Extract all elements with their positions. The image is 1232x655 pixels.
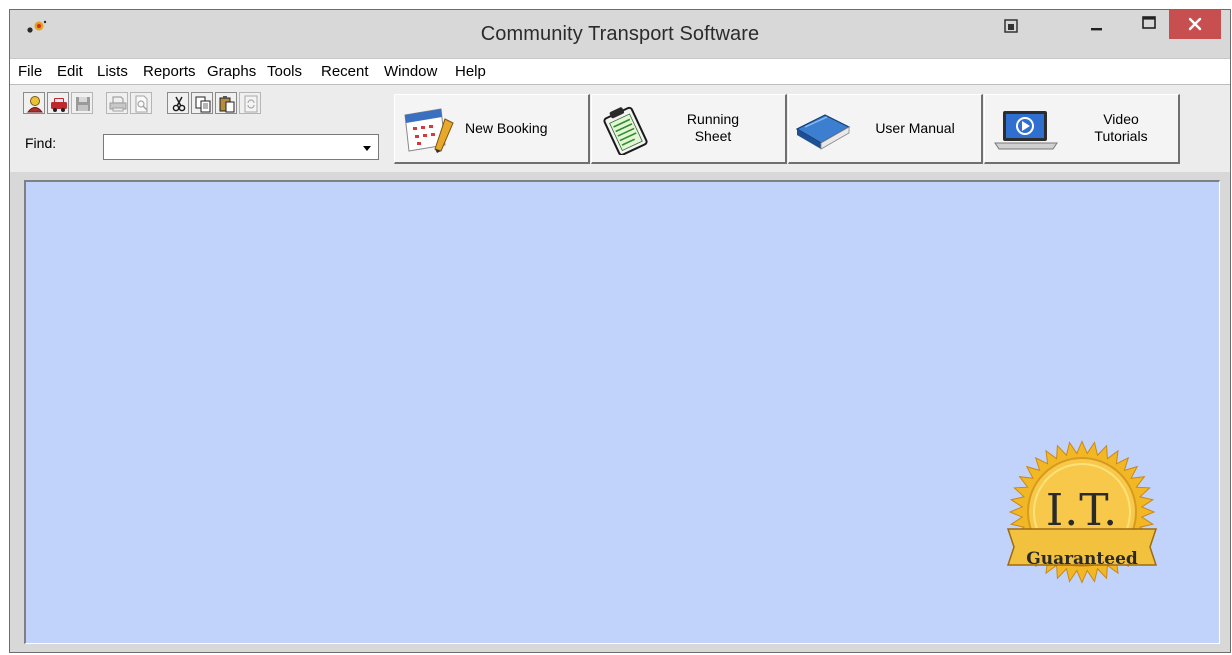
maximize-button[interactable] — [1132, 10, 1166, 39]
close-icon — [1188, 17, 1202, 31]
menu-graphs[interactable]: Graphs — [207, 63, 256, 80]
menu-reports[interactable]: Reports — [143, 63, 196, 80]
running-sheet-label: Running Sheet — [658, 111, 768, 145]
menu-file[interactable]: File — [18, 63, 42, 80]
save-button[interactable] — [71, 92, 93, 114]
new-booking-label: New Booking — [465, 120, 548, 136]
calendar-icon — [404, 108, 454, 153]
menu-help[interactable]: Help — [455, 63, 486, 80]
print-icon — [109, 96, 127, 112]
mdi-client-area[interactable]: I.T. Guaranteed — [24, 180, 1220, 644]
close-button[interactable] — [1169, 10, 1221, 39]
refresh-button[interactable] — [239, 92, 261, 114]
client-icon — [26, 96, 44, 113]
find-input[interactable] — [105, 136, 361, 158]
clipboard-icon — [603, 106, 648, 155]
refresh-icon — [244, 95, 258, 113]
main-window: Community Transport Software File Edit L… — [9, 9, 1231, 653]
new-booking-button[interactable]: New Booking — [394, 94, 590, 164]
running-sheet-button[interactable]: Running Sheet — [591, 94, 787, 164]
find-label: Find: — [25, 135, 57, 151]
client-button[interactable] — [23, 92, 45, 114]
user-manual-label: User Manual — [875, 120, 955, 136]
menu-window[interactable]: Window — [384, 63, 437, 80]
cut-icon — [172, 96, 186, 112]
video-tutorials-label-line2: Tutorials — [1094, 128, 1148, 144]
find-combobox[interactable] — [103, 134, 379, 160]
restore-window-icon[interactable] — [1000, 18, 1022, 36]
running-sheet-label-line2: Sheet — [694, 128, 732, 144]
save-icon — [76, 97, 90, 111]
paste-icon — [219, 96, 235, 113]
copy-icon — [195, 96, 211, 113]
video-tutorials-label: Video Tutorials — [1069, 111, 1173, 145]
it-guaranteed-seal: I.T. Guaranteed — [1002, 437, 1162, 592]
window-title: Community Transport Software — [480, 23, 760, 45]
title-bar[interactable]: Community Transport Software — [10, 10, 1230, 58]
menu-edit[interactable]: Edit — [57, 63, 83, 80]
video-tutorials-label-line1: Video — [1103, 111, 1139, 127]
find-dropdown-button[interactable] — [357, 136, 377, 158]
running-sheet-label-line1: Running — [686, 111, 740, 127]
print-preview-button[interactable] — [130, 92, 152, 114]
menu-bar: File Edit Lists Reports Graphs Tools Rec… — [10, 58, 1230, 84]
paste-button[interactable] — [215, 92, 237, 114]
cut-button[interactable] — [167, 92, 189, 114]
video-tutorials-button[interactable]: Video Tutorials — [984, 94, 1180, 164]
vehicle-button[interactable] — [47, 92, 69, 114]
video-laptop-icon — [994, 111, 1058, 150]
seal-line1: I.T. — [1045, 485, 1119, 536]
copy-button[interactable] — [191, 92, 213, 114]
toolbar: Find: New Booking Running Sheet User Man… — [10, 84, 1230, 172]
user-manual-button[interactable]: User Manual — [788, 94, 983, 164]
vehicle-icon — [51, 98, 67, 112]
seal-line2: Guaranteed — [1026, 549, 1138, 569]
menu-recent[interactable]: Recent — [321, 63, 369, 80]
book-icon — [795, 114, 851, 150]
chevron-down-icon — [363, 146, 371, 151]
menu-lists[interactable]: Lists — [97, 63, 128, 80]
print-preview-icon — [135, 95, 148, 113]
minimize-button[interactable] — [1080, 10, 1114, 39]
menu-tools[interactable]: Tools — [267, 63, 302, 80]
print-button[interactable] — [106, 92, 128, 114]
